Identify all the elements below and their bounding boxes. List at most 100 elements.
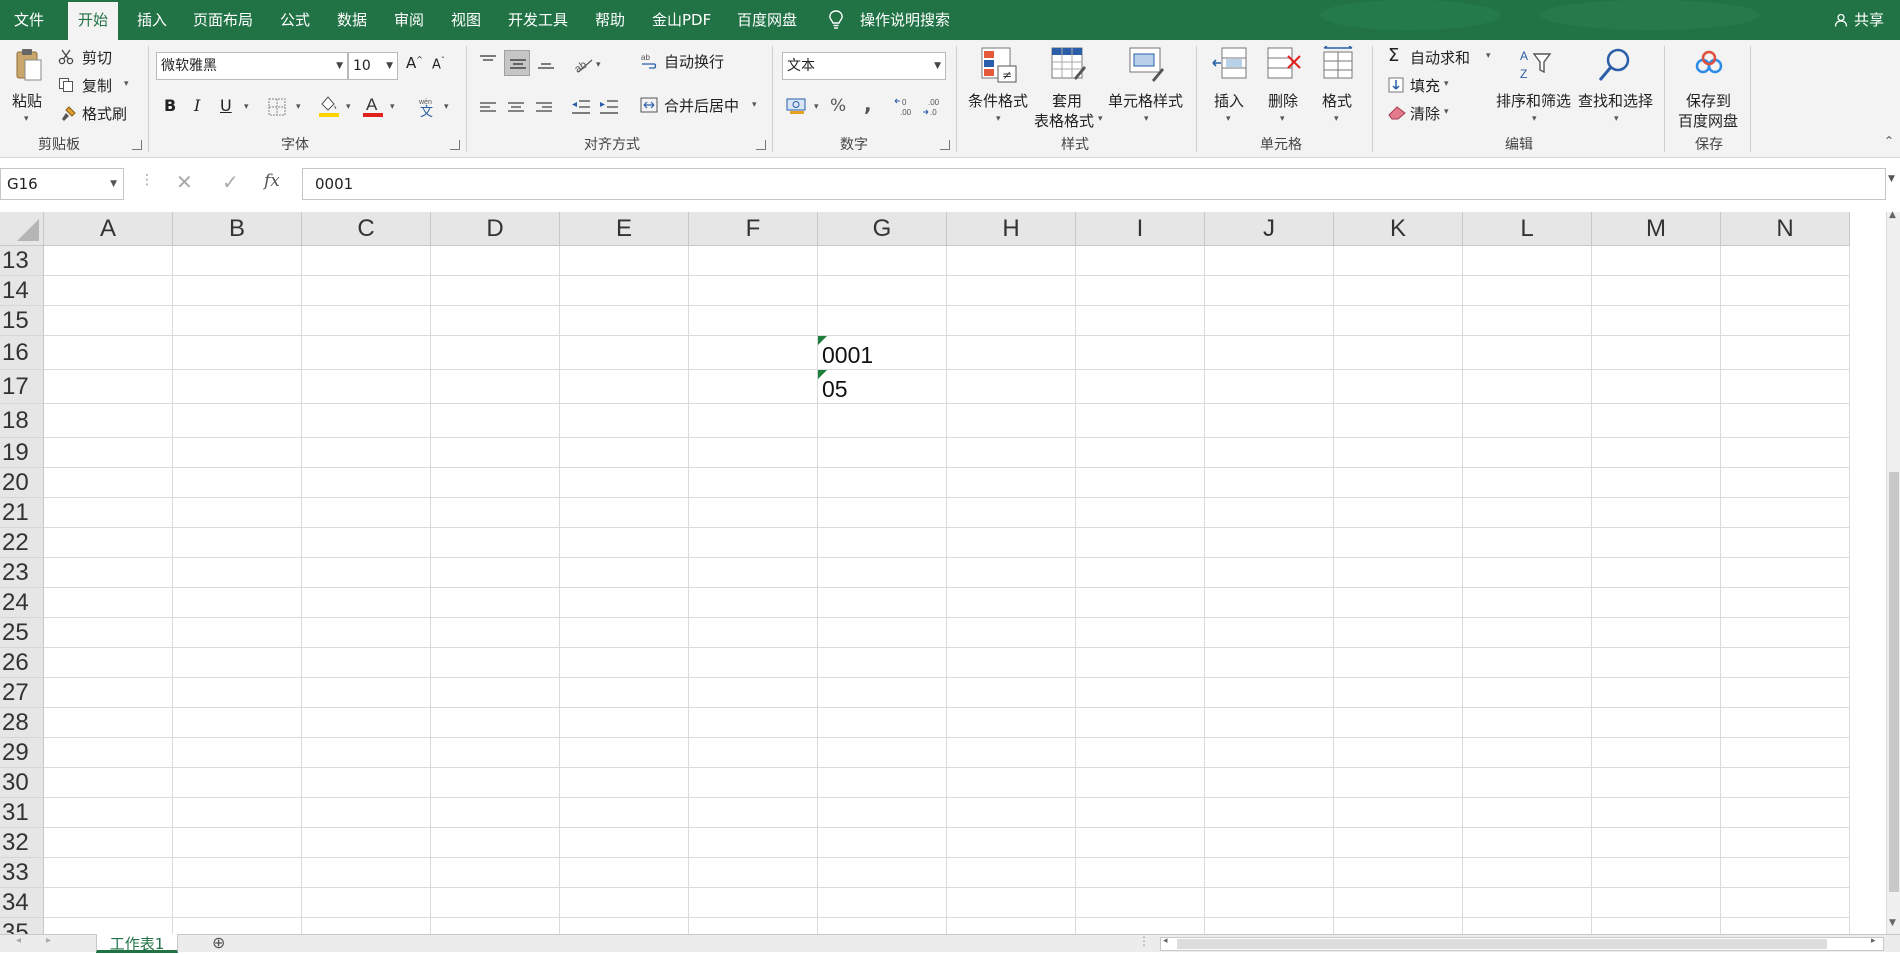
bottom-align-icon[interactable] (536, 56, 556, 72)
align-center-icon[interactable] (506, 100, 526, 116)
increase-indent-icon[interactable] (598, 98, 620, 116)
row-header-34[interactable]: 34 (0, 888, 44, 918)
row-header-28[interactable]: 28 (0, 708, 44, 738)
align-right-icon[interactable] (534, 100, 554, 116)
column-header-c[interactable]: C (302, 212, 431, 246)
add-sheet-icon[interactable]: ⊕ (212, 933, 225, 952)
column-header-d[interactable]: D (431, 212, 560, 246)
decrease-decimal-icon[interactable]: .00 .0 (922, 96, 946, 118)
column-header-n[interactable]: N (1721, 212, 1850, 246)
clipboard-dialog-launcher[interactable] (132, 140, 142, 150)
orientation-icon[interactable]: ab (572, 54, 594, 74)
row-header-26[interactable]: 26 (0, 648, 44, 678)
tab-kingsoft-pdf[interactable]: 金山PDF (652, 0, 711, 40)
top-align-icon[interactable] (478, 54, 498, 70)
worksheet-grid[interactable]: ABCDEFGHIJKLMN 13 14 15 16 17 18 19 20 21 22 23 24 2… (0, 212, 1900, 934)
borders-icon[interactable] (268, 98, 288, 116)
format-painter-button[interactable]: 格式刷 (58, 103, 134, 125)
fill-color-icon[interactable] (318, 94, 340, 118)
column-header-k[interactable]: K (1334, 212, 1463, 246)
tab-splitter-icon[interactable]: ⋮ (1138, 934, 1150, 948)
tab-file[interactable]: 文件 (14, 0, 44, 40)
row-header-33[interactable]: 33 (0, 858, 44, 888)
font-color-icon[interactable]: A (362, 94, 384, 118)
row-header-29[interactable]: 29 (0, 738, 44, 768)
sheet-tab-active[interactable]: 工作表1 (96, 934, 178, 953)
increase-decimal-icon[interactable]: 0 .00 (894, 96, 918, 118)
row-header-21[interactable]: 21 (0, 498, 44, 528)
scroll-left-arrow[interactable]: ◂ (1163, 936, 1168, 946)
column-header-j[interactable]: J (1205, 212, 1334, 246)
scroll-down-arrow[interactable]: ▼ (1889, 918, 1896, 928)
cut-button[interactable]: 剪切 (58, 47, 128, 69)
paste-button[interactable]: 粘贴 ▾ (10, 44, 48, 134)
next-sheet-arrow[interactable]: ▸ (46, 935, 51, 946)
cell-g17[interactable]: 05 (818, 370, 947, 404)
fill-button[interactable]: 填充 ▾ (1388, 75, 1468, 97)
tab-review[interactable]: 审阅 (394, 0, 424, 40)
prev-sheet-arrow[interactable]: ◂ (16, 935, 21, 946)
tab-help[interactable]: 帮助 (595, 0, 625, 40)
underline-button[interactable]: U (220, 96, 232, 115)
row-header-13[interactable]: 13 (0, 246, 44, 276)
vertical-scrollbar[interactable]: ▲ ▼ (1886, 210, 1900, 934)
orientation-dropdown-arrow[interactable]: ▾ (596, 60, 601, 70)
row-header-17[interactable]: 17 (0, 370, 44, 404)
cell-styles-button[interactable]: 单元格样式 ▾ (1106, 44, 1186, 130)
tab-formulas[interactable]: 公式 (280, 0, 310, 40)
find-select-button[interactable]: 查找和选择 ▾ (1576, 44, 1654, 130)
accounting-dropdown-arrow[interactable]: ▾ (814, 102, 819, 112)
save-to-baidu-button[interactable]: 保存到 百度网盘 (1676, 44, 1742, 130)
row-header-18[interactable]: 18 (0, 404, 44, 438)
horizontal-scrollbar[interactable]: ◂ ▸ (1160, 936, 1884, 951)
phonetic-guide-icon[interactable]: wén 文 (416, 96, 438, 118)
borders-dropdown-arrow[interactable]: ▾ (296, 102, 301, 112)
column-header-g[interactable]: G (818, 212, 947, 246)
error-indicator-icon[interactable] (818, 370, 827, 379)
tab-data[interactable]: 数据 (337, 0, 367, 40)
row-header-14[interactable]: 14 (0, 276, 44, 306)
column-header-m[interactable]: M (1592, 212, 1721, 246)
error-indicator-icon[interactable] (818, 336, 827, 345)
row-header-23[interactable]: 23 (0, 558, 44, 588)
font-color-dropdown-arrow[interactable]: ▾ (390, 102, 395, 112)
cell-g16[interactable]: 0001 (818, 336, 947, 370)
column-header-l[interactable]: L (1463, 212, 1592, 246)
tab-view[interactable]: 视图 (451, 0, 481, 40)
decrease-indent-icon[interactable] (570, 98, 592, 116)
insert-function-button[interactable]: fx (264, 171, 280, 191)
column-header-h[interactable]: H (947, 212, 1076, 246)
tab-page-layout[interactable]: 页面布局 (193, 0, 253, 40)
alignment-dialog-launcher[interactable] (756, 140, 766, 150)
row-header-25[interactable]: 25 (0, 618, 44, 648)
column-header-f[interactable]: F (689, 212, 818, 246)
row-header-27[interactable]: 27 (0, 678, 44, 708)
row-header-15[interactable]: 15 (0, 306, 44, 336)
format-cells-button[interactable]: 格式 ▾ (1314, 44, 1362, 130)
cancel-icon[interactable]: ✕ (176, 170, 193, 194)
more-options-icon[interactable]: ⋮ (140, 172, 154, 188)
formula-input[interactable]: 0001 (302, 168, 1886, 200)
column-header-b[interactable]: B (173, 212, 302, 246)
tell-me-search[interactable]: 操作说明搜索 (860, 0, 950, 40)
row-header-16[interactable]: 16 (0, 336, 44, 370)
font-dialog-launcher[interactable] (450, 140, 460, 150)
tab-home[interactable]: 开始 (68, 0, 119, 40)
collapse-ribbon-icon[interactable]: ⌃ (1884, 134, 1894, 148)
row-header-20[interactable]: 20 (0, 468, 44, 498)
bold-button[interactable]: B (164, 96, 176, 115)
font-size-combo[interactable]: 10 ▼ (348, 52, 398, 80)
comma-style-button[interactable]: , (864, 92, 872, 116)
increase-font-size-button[interactable]: A^ (406, 54, 423, 72)
expand-formula-bar-icon[interactable]: ▼ (1888, 174, 1895, 184)
row-header-31[interactable]: 31 (0, 798, 44, 828)
format-as-table-button[interactable]: 套用 表格格式 ▾ (1034, 44, 1104, 130)
select-all-button[interactable] (0, 212, 44, 246)
number-dialog-launcher[interactable] (940, 140, 950, 150)
scroll-right-arrow[interactable]: ▸ (1871, 936, 1876, 946)
italic-button[interactable]: I (194, 96, 200, 115)
column-header-a[interactable]: A (44, 212, 173, 246)
font-name-combo[interactable]: 微软雅黑 ▼ (156, 52, 348, 80)
row-header-22[interactable]: 22 (0, 528, 44, 558)
clear-button[interactable]: 清除 ▾ (1388, 103, 1468, 125)
